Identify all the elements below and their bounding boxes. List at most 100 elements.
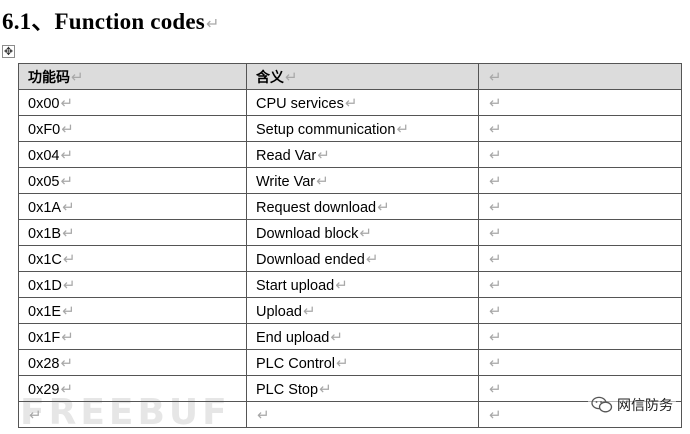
code-cell: 0xF0↵ xyxy=(18,115,247,142)
code-cell: 0x1D↵ xyxy=(18,271,247,298)
cell-mark-icon: ↵ xyxy=(489,354,502,372)
table-row: 0xF0↵ Setup communication↵ ↵ xyxy=(18,115,682,142)
cell-mark-icon: ↵ xyxy=(60,172,74,190)
extra-cell: ↵ xyxy=(478,297,682,324)
table-row: 0x1C↵ Download ended↵ ↵ xyxy=(18,245,682,272)
cell-mark-icon: ↵ xyxy=(61,120,74,138)
extra-cell: ↵ xyxy=(478,167,682,194)
cell-mark-icon: ↵ xyxy=(62,302,75,320)
table-row: 0x05↵ Write Var↵ ↵ xyxy=(18,167,682,194)
cell-mark-icon: ↵ xyxy=(344,94,358,112)
wechat-account-badge: 网信防务 xyxy=(588,394,676,416)
cell-mark-icon: ↵ xyxy=(377,198,390,216)
table-row: 0x29↵ PLC Stop↵ ↵ xyxy=(18,375,682,402)
cell-mark-icon: ↵ xyxy=(489,146,502,164)
cell-mark-icon: ↵ xyxy=(29,406,42,424)
cell-mark-icon: ↵ xyxy=(62,198,75,216)
meaning-cell: Start upload↵ xyxy=(246,271,479,298)
cell-mark-icon: ↵ xyxy=(365,250,379,268)
paragraph-mark-icon: ↵ xyxy=(205,16,220,33)
cell-mark-icon: ↵ xyxy=(335,276,348,294)
meaning-cell: PLC Stop↵ xyxy=(246,375,479,402)
extra-cell: ↵ xyxy=(478,349,682,376)
code-cell: 0x29↵ xyxy=(18,375,247,402)
table-row: 0x1F↵ End upload↵ ↵ xyxy=(18,323,682,350)
extra-cell: ↵ xyxy=(478,193,682,220)
meaning-cell: Download ended↵ xyxy=(246,245,479,272)
cell-mark-icon: ↵ xyxy=(302,302,316,320)
table-header-row: 功能码↵ 含义↵ ↵ xyxy=(18,63,682,90)
function-codes-table: 功能码↵ 含义↵ ↵ 0x00↵ CPU services↵ ↵ 0xF0↵ Setup… xyxy=(18,63,682,428)
code-cell: 0x05↵ xyxy=(18,167,247,194)
meaning-cell: Request download↵ xyxy=(246,193,479,220)
cell-mark-icon: ↵ xyxy=(62,250,76,268)
cell-mark-icon: ↵ xyxy=(489,380,502,398)
cell-mark-icon: ↵ xyxy=(60,380,74,398)
meaning-cell: Upload↵ xyxy=(246,297,479,324)
meaning-cell: PLC Control↵ xyxy=(246,349,479,376)
header-cell-empty: ↵ xyxy=(478,63,682,90)
cell-mark-icon: ↵ xyxy=(257,406,270,424)
code-cell: 0x1F↵ xyxy=(18,323,247,350)
cell-mark-icon: ↵ xyxy=(71,67,84,86)
cell-mark-icon: ↵ xyxy=(319,380,332,398)
cell-mark-icon: ↵ xyxy=(489,198,502,216)
meaning-cell: Download block↵ xyxy=(246,219,479,246)
extra-cell: ↵ xyxy=(478,219,682,246)
header-cell-meaning: 含义↵ xyxy=(246,63,479,90)
section-heading: 6.1、Function codes↵ xyxy=(2,2,220,36)
code-cell: 0x1A↵ xyxy=(18,193,247,220)
extra-cell: ↵ xyxy=(478,271,682,298)
cell-mark-icon: ↵ xyxy=(359,224,372,242)
meaning-cell: Setup communication↵ xyxy=(246,115,479,142)
heading-text: 6.1、Function codes xyxy=(2,9,205,34)
code-cell: 0x28↵ xyxy=(18,349,247,376)
table-row: 0x04↵ Read Var↵ ↵ xyxy=(18,141,682,168)
code-cell: ↵ xyxy=(18,401,247,428)
wechat-icon xyxy=(591,396,613,413)
table-row: ↵ ↵ ↵ xyxy=(18,401,682,428)
cell-mark-icon: ↵ xyxy=(60,146,74,164)
code-cell: 0x00↵ xyxy=(18,89,247,116)
code-cell: 0x04↵ xyxy=(18,141,247,168)
cell-mark-icon: ↵ xyxy=(60,94,74,112)
table-row: 0x1B↵ Download block↵ ↵ xyxy=(18,219,682,246)
meaning-cell: Read Var↵ xyxy=(246,141,479,168)
cell-mark-icon: ↵ xyxy=(489,250,502,268)
extra-cell: ↵ xyxy=(478,89,682,116)
cell-mark-icon: ↵ xyxy=(489,94,502,112)
wechat-account-name: 网信防务 xyxy=(617,398,673,414)
cell-mark-icon: ↵ xyxy=(489,328,502,346)
cell-mark-icon: ↵ xyxy=(285,67,298,86)
cell-mark-icon: ↵ xyxy=(489,224,502,242)
code-cell: 0x1C↵ xyxy=(18,245,247,272)
meaning-cell: ↵ xyxy=(246,401,479,428)
cell-mark-icon: ↵ xyxy=(396,120,410,138)
header-cell-code: 功能码↵ xyxy=(18,63,247,90)
table-row: 0x1E↵ Upload↵ ↵ xyxy=(18,297,682,324)
meaning-cell: Write Var↵ xyxy=(246,167,479,194)
meaning-cell: End upload↵ xyxy=(246,323,479,350)
table-row: 0x1A↵ Request download↵ ↵ xyxy=(18,193,682,220)
cell-mark-icon: ↵ xyxy=(330,328,343,346)
cell-mark-icon: ↵ xyxy=(489,406,502,424)
cell-mark-icon: ↵ xyxy=(489,276,502,294)
extra-cell: ↵ xyxy=(478,323,682,350)
code-cell: 0x1E↵ xyxy=(18,297,247,324)
table-row: 0x00↵ CPU services↵ ↵ xyxy=(18,89,682,116)
cell-mark-icon: ↵ xyxy=(489,67,502,86)
cell-mark-icon: ↵ xyxy=(489,172,502,190)
cell-mark-icon: ↵ xyxy=(489,302,502,320)
cell-mark-icon: ↵ xyxy=(316,172,329,190)
cell-mark-icon: ↵ xyxy=(62,224,75,242)
code-cell: 0x1B↵ xyxy=(18,219,247,246)
table-row: 0x28↵ PLC Control↵ ↵ xyxy=(18,349,682,376)
extra-cell: ↵ xyxy=(478,115,682,142)
cell-mark-icon: ↵ xyxy=(489,120,502,138)
move-handle-icon[interactable]: ✥ xyxy=(2,45,15,58)
cell-mark-icon: ↵ xyxy=(62,276,76,294)
meaning-cell: CPU services↵ xyxy=(246,89,479,116)
cell-mark-icon: ↵ xyxy=(60,354,74,372)
cell-mark-icon: ↵ xyxy=(335,354,349,372)
table-row: 0x1D↵ Start upload↵ ↵ xyxy=(18,271,682,298)
